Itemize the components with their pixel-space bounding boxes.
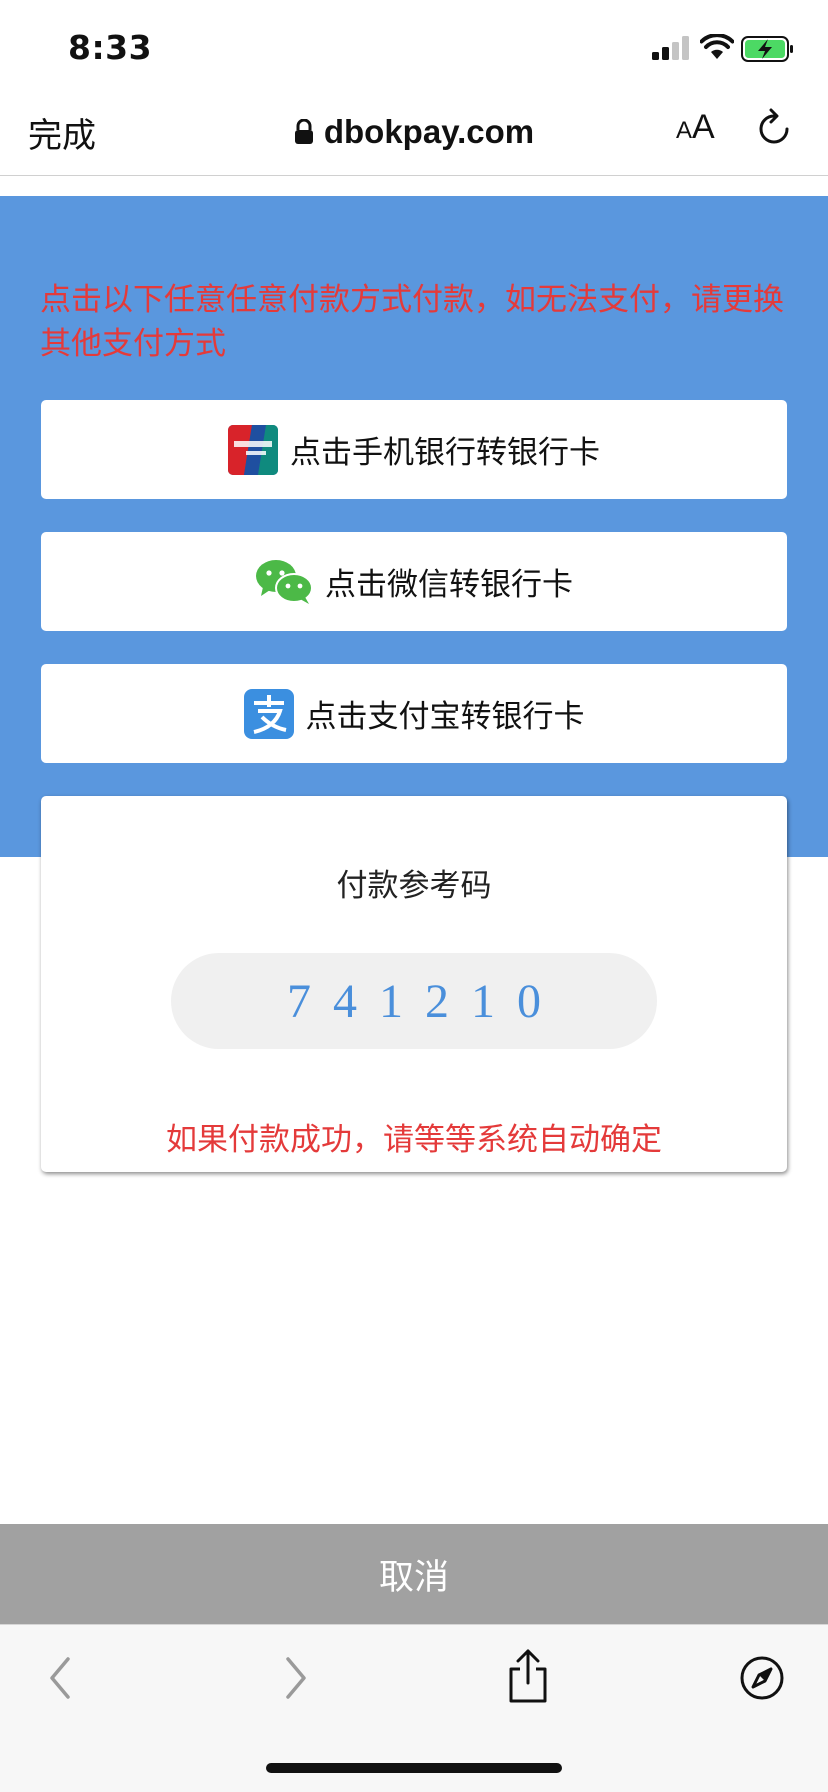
signal-icon [652, 36, 689, 60]
share-icon[interactable] [505, 1647, 551, 1705]
back-icon[interactable] [44, 1655, 78, 1701]
payment-notice: 点击以下任意任意付款方式付款，如无法支付，请更换其他支付方式 [40, 282, 784, 362]
unionpay-icon [228, 424, 278, 475]
reference-code-box: 741210 [171, 953, 657, 1049]
pay-alipay-button[interactable]: 点击支付宝转银行卡 [41, 664, 787, 763]
text-size-button[interactable]: A A [676, 108, 715, 147]
battery-charging-icon [741, 36, 793, 62]
reference-code: 741210 [287, 974, 563, 1028]
status-bar: 8:33 [0, 0, 828, 96]
lock-icon [294, 119, 313, 144]
pay-alipay-label: 点击支付宝转银行卡 [305, 699, 585, 735]
alipay-icon [243, 688, 294, 739]
reload-icon[interactable] [757, 108, 793, 148]
reference-code-title: 付款参考码 [336, 868, 492, 904]
reference-code-card: 付款参考码 741210 如果付款成功，请等等系统自动确定 [41, 796, 787, 1172]
text-size-small-letter: A [676, 117, 693, 144]
home-indicator [266, 1763, 562, 1773]
wifi-icon [700, 34, 734, 59]
compass-icon[interactable] [739, 1655, 785, 1701]
pay-mobile-bank-button[interactable]: 点击手机银行转银行卡 [41, 400, 787, 499]
pay-wechat-label: 点击微信转银行卡 [325, 567, 573, 603]
pay-mobile-bank-label: 点击手机银行转银行卡 [290, 435, 600, 471]
url-text: dbokpay.com [323, 113, 535, 150]
forward-icon[interactable] [278, 1655, 312, 1701]
cancel-button[interactable]: 取消 [0, 1524, 828, 1624]
text-size-big-letter: A [692, 108, 715, 146]
browser-top-bar: 完成 dbokpay.com A A [0, 96, 828, 176]
wechat-icon [256, 559, 313, 604]
payment-confirm-note: 如果付款成功，请等等系统自动确定 [166, 1122, 662, 1158]
status-time: 8:33 [68, 28, 153, 67]
pay-wechat-button[interactable]: 点击微信转银行卡 [41, 532, 787, 631]
